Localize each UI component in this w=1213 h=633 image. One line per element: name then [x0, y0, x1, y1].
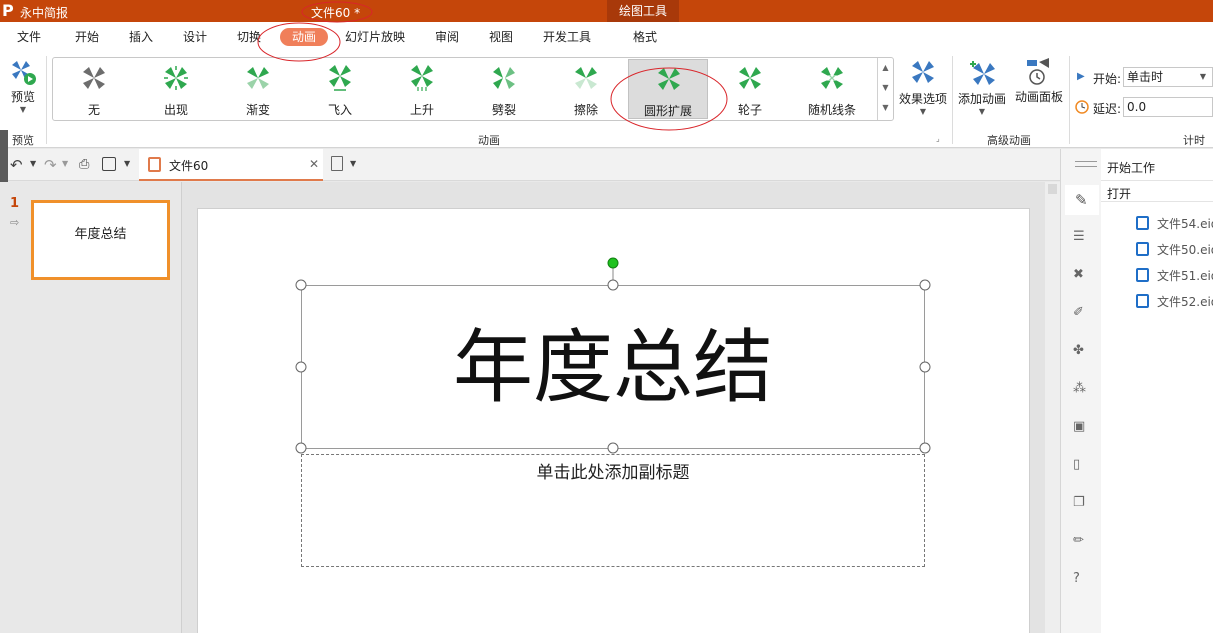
resize-handle[interactable]	[919, 361, 931, 373]
left-edge-handle[interactable]	[0, 130, 8, 188]
customize-dropdown-icon[interactable]: ▼	[124, 159, 130, 168]
pencil-icon: ✎	[1075, 191, 1088, 209]
subtitle-placeholder-text: 单击此处添加副标题	[536, 463, 690, 483]
recent-file[interactable]: 文件50.eio	[1136, 241, 1213, 258]
start-dropdown-icon[interactable]: ▼	[1200, 68, 1206, 86]
eio-file-icon	[1136, 294, 1149, 308]
delay-label: 延迟:	[1093, 102, 1122, 116]
selection-handles	[295, 257, 931, 454]
slide-number: 1	[10, 196, 20, 211]
save-icon[interactable]	[102, 157, 116, 171]
slide: 年度总结 单击此处添加副标题	[197, 208, 1030, 633]
side-toolbar: ✎ ☰ ✖ ✐ ✤ ⁂ ▣ ▯ ❐ ✏ ?	[1060, 149, 1101, 633]
open-section[interactable]: 打开	[1101, 180, 1213, 202]
eio-file-icon	[1136, 242, 1149, 256]
grid-icon[interactable]: ⁂	[1073, 381, 1089, 397]
resize-handle[interactable]	[295, 279, 307, 291]
start-label: 开始:	[1093, 72, 1122, 86]
recent-file[interactable]: 文件52.eio	[1136, 293, 1213, 310]
recent-file[interactable]: 文件54.eio	[1136, 215, 1213, 232]
new-document-dropdown-icon[interactable]: ▼	[350, 159, 356, 168]
print-preview-icon[interactable]: ⎙	[79, 157, 89, 172]
preview-dropdown-icon[interactable]: ▼	[4, 105, 42, 114]
new-document-icon[interactable]	[331, 156, 343, 171]
redo-icon[interactable]: ↷	[44, 156, 57, 174]
start-select[interactable]: 单击时 ▼	[1123, 67, 1213, 87]
advanced-animation-group-label: 高级动画	[987, 134, 1031, 147]
effect-options-dropdown-icon[interactable]: ▼	[897, 107, 949, 116]
shapes-icon[interactable]: ✤	[1073, 343, 1089, 359]
panel-header: 开始工作	[1107, 161, 1156, 175]
document-file-icon	[148, 157, 161, 172]
animation-group-label: 动画	[478, 134, 500, 147]
redo-dropdown-icon[interactable]: ▼	[62, 159, 68, 168]
recent-file[interactable]: 文件51.eio	[1136, 267, 1213, 284]
eio-file-icon	[1136, 268, 1149, 282]
start-play-icon: ▶	[1077, 71, 1085, 82]
slide-thumbnail[interactable]: 年度总结	[31, 200, 170, 280]
slide-thumbnails-panel: 1 ⇨ 年度总结	[0, 182, 182, 633]
document-tab-name: 文件60	[169, 159, 209, 173]
start-work-panel: 开始工作 打开 文件54.eio 文件50.eio 文件51.eio 文件52.…	[1101, 149, 1213, 633]
preview-group-label: 预览	[12, 134, 34, 147]
preview-label: 预览	[10, 90, 35, 104]
timing-group-label: 计时	[1183, 134, 1205, 147]
document-tab[interactable]: 文件60 ✕	[139, 149, 323, 181]
resize-handle[interactable]	[607, 279, 619, 291]
help-icon[interactable]: ?	[1073, 571, 1089, 587]
annotation-layer	[257, 1, 373, 62]
resize-handle[interactable]	[295, 442, 307, 454]
image-icon[interactable]: ▣	[1073, 419, 1089, 435]
delay-clock-icon	[1075, 100, 1089, 117]
add-animation-dropdown-icon[interactable]: ▼	[955, 107, 1009, 116]
close-tab-icon[interactable]: ✕	[309, 157, 319, 171]
gallery-more-icon[interactable]: ▼	[878, 98, 893, 118]
vertical-scrollbar[interactable]	[1045, 182, 1060, 633]
scroll-thumb[interactable]	[1048, 184, 1057, 194]
dialog-launcher-icon[interactable]: ⌟	[936, 134, 940, 143]
resize-handle[interactable]	[295, 361, 307, 373]
rotation-handle[interactable]	[607, 257, 619, 269]
resize-handle[interactable]	[607, 442, 619, 454]
subtitle-placeholder[interactable]: 单击此处添加副标题	[301, 454, 925, 567]
clipboard-icon[interactable]: ▯	[1073, 457, 1089, 473]
copy-icon[interactable]: ❐	[1073, 495, 1089, 511]
resize-handle[interactable]	[919, 442, 931, 454]
quick-access-bar: ↶ ▼ ↷ ▼ ⎙ ▼ 文件60 ✕ ▼	[0, 149, 1060, 181]
resize-handle[interactable]	[919, 279, 931, 291]
open-label: 打开	[1107, 187, 1132, 201]
edit-icon[interactable]: ✏	[1073, 533, 1089, 549]
slide-canvas: 年度总结 单击此处添加副标题	[182, 182, 1060, 633]
side-tab-active[interactable]: ✎	[1065, 185, 1099, 215]
delay-input[interactable]: 0.0	[1123, 97, 1213, 117]
annotation-circle-gallery	[610, 67, 728, 131]
brush-icon[interactable]: ✐	[1073, 305, 1089, 321]
slide-transition-icon: ⇨	[10, 216, 20, 229]
panel-drag-icon[interactable]	[1075, 161, 1097, 167]
undo-dropdown-icon[interactable]: ▼	[30, 159, 36, 168]
eio-file-icon	[1136, 216, 1149, 230]
thumb-title: 年度总结	[74, 227, 127, 242]
gallery-down-icon[interactable]: ▼	[878, 78, 893, 98]
sliders-icon[interactable]: ☰	[1073, 229, 1089, 245]
tools-icon[interactable]: ✖	[1073, 267, 1089, 283]
undo-icon[interactable]: ↶	[10, 156, 23, 174]
